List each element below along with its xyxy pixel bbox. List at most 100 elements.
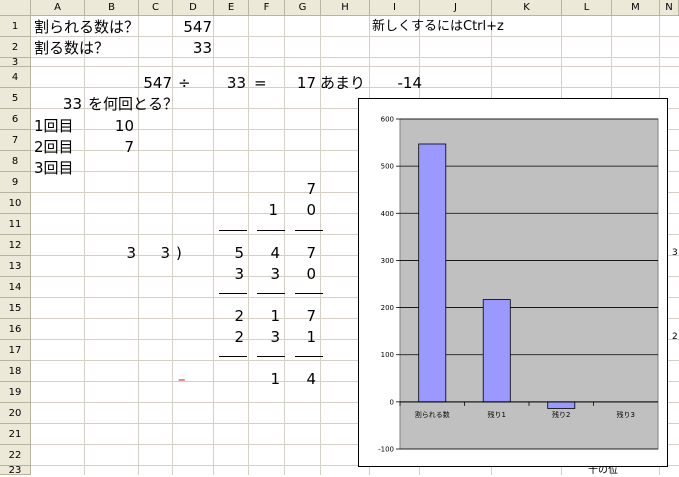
row-header-22[interactable]: 22 xyxy=(0,445,31,466)
grid-column-line xyxy=(138,16,139,475)
division-line xyxy=(219,293,247,294)
row-header-1[interactable]: 1 xyxy=(0,16,31,37)
row-header-9[interactable]: 9 xyxy=(0,172,31,193)
x-tick-label: 残り2 xyxy=(552,410,570,419)
row-header-14[interactable]: 14 xyxy=(0,277,31,298)
cell-d1[interactable]: 547 xyxy=(174,17,212,37)
row-header-19[interactable]: 19 xyxy=(0,382,31,403)
cell-d4[interactable]: ÷ xyxy=(178,73,191,93)
column-header-f[interactable]: F xyxy=(249,0,285,16)
cell-e12[interactable]: 5 xyxy=(214,243,244,263)
row-header-20[interactable]: 20 xyxy=(0,403,31,424)
row-header-10[interactable]: 10 xyxy=(0,193,31,214)
cell-e16[interactable]: 2 xyxy=(214,327,244,347)
grid-row-line xyxy=(31,57,679,58)
row-header-4[interactable]: 4 xyxy=(0,67,31,88)
column-header-e[interactable]: E xyxy=(214,0,249,16)
cell-g9[interactable]: 7 xyxy=(286,179,316,199)
cell-b6[interactable]: 10 xyxy=(88,116,134,136)
y-tick-label: 400 xyxy=(381,210,394,218)
row-header-18[interactable]: 18 xyxy=(0,361,31,382)
cell-f12[interactable]: 4 xyxy=(250,243,280,263)
row-header-21[interactable]: 21 xyxy=(0,424,31,445)
cell-f4[interactable]: = xyxy=(254,73,267,93)
cell-f13[interactable]: 3 xyxy=(250,264,280,284)
column-header-k[interactable]: K xyxy=(492,0,562,16)
y-tick-label: 0 xyxy=(390,398,394,406)
cell-f10[interactable]: 1 xyxy=(248,200,278,220)
cell-b12[interactable]: 3 xyxy=(100,243,136,263)
cell-d2[interactable]: 33 xyxy=(174,38,212,58)
column-header-j[interactable]: J xyxy=(420,0,492,16)
column-header-h[interactable]: H xyxy=(321,0,370,16)
column-header-g[interactable]: G xyxy=(285,0,321,16)
row-header-23[interactable]: 23 xyxy=(0,466,31,476)
cell-e4[interactable]: 33 xyxy=(214,73,246,93)
cell-f15[interactable]: 1 xyxy=(250,306,280,326)
y-tick-label: 600 xyxy=(381,116,394,124)
spreadsheet-grid[interactable]: ABCDEFGHIJKLMN 1 2 3 4 5 6 7 8 9 10 11 12 13 14 15 16 17… xyxy=(0,0,679,476)
y-tick-label: 300 xyxy=(381,257,394,265)
column-header-a[interactable]: A xyxy=(31,0,85,16)
division-line xyxy=(219,356,247,357)
cell-c4[interactable]: 547 xyxy=(140,73,172,93)
cell-d18[interactable]: – xyxy=(178,369,186,389)
cell-d12[interactable]: ) xyxy=(176,243,182,263)
cell-c12[interactable]: 3 xyxy=(140,243,170,263)
column-header-m[interactable]: M xyxy=(612,0,660,16)
row-header-2[interactable]: 2 xyxy=(0,37,31,58)
cell-e15[interactable]: 2 xyxy=(214,306,244,326)
cell-b7[interactable]: 7 xyxy=(88,137,134,157)
cell-g10[interactable]: 0 xyxy=(286,200,316,220)
row-header-5[interactable]: 5 xyxy=(0,88,31,109)
row-header-16[interactable]: 16 xyxy=(0,319,31,340)
column-header-b[interactable]: B xyxy=(85,0,139,16)
cell-a7[interactable]: 2回目 xyxy=(34,137,74,157)
chart-svg: -100 0 100 200 300 400 500 600 割られる数 残り1 残り2 残り3 xyxy=(378,116,659,454)
column-header-n[interactable]: N xyxy=(660,0,679,16)
cell-h4[interactable]: あまり xyxy=(320,73,365,93)
embedded-bar-chart[interactable]: -100 0 100 200 300 400 500 600 割られる数 残り1 残り2 残り3 xyxy=(358,98,668,467)
row-header-3[interactable]: 3 xyxy=(0,58,31,68)
division-line xyxy=(295,230,323,231)
cell-g16[interactable]: 1 xyxy=(286,327,316,347)
cell-n16[interactable]: 2 xyxy=(672,327,678,347)
cell-f18[interactable]: 1 xyxy=(250,369,280,389)
cell-g12[interactable]: 7 xyxy=(286,243,316,263)
cell-a8[interactable]: 3回目 xyxy=(34,158,74,178)
cell-a5[interactable]: 33 xyxy=(34,94,82,114)
row-header-15[interactable]: 15 xyxy=(0,298,31,319)
cell-g15[interactable]: 7 xyxy=(286,306,316,326)
row-header-7[interactable]: 7 xyxy=(0,130,31,151)
cell-a1[interactable]: 割られる数は？ xyxy=(34,17,139,37)
cell-i4[interactable]: -14 xyxy=(370,73,423,93)
y-tick-label: 500 xyxy=(381,163,394,171)
division-line xyxy=(295,356,323,357)
cell-a2[interactable]: 割る数は？ xyxy=(34,38,109,58)
column-header-i[interactable]: I xyxy=(370,0,420,16)
cell-e13[interactable]: 3 xyxy=(214,264,244,284)
cell-a6[interactable]: 1回目 xyxy=(34,116,74,136)
column-header-d[interactable]: D xyxy=(173,0,214,16)
cell-g13[interactable]: 0 xyxy=(286,264,316,284)
cell-n12[interactable]: 3 xyxy=(672,243,678,263)
row-header-17[interactable]: 17 xyxy=(0,340,31,361)
cell-i1[interactable]: 新しくするにはCtrl+z xyxy=(372,17,504,37)
row-header-6[interactable]: 6 xyxy=(0,109,31,130)
x-tick-label: 残り3 xyxy=(617,410,635,419)
y-tick-label: 200 xyxy=(381,304,394,312)
row-header-12[interactable]: 12 xyxy=(0,235,31,256)
row-header-11[interactable]: 11 xyxy=(0,214,31,235)
row-header-13[interactable]: 13 xyxy=(0,256,31,277)
column-header-l[interactable]: L xyxy=(562,0,612,16)
division-line xyxy=(219,230,247,231)
y-tick-label: 100 xyxy=(381,351,394,359)
row-header-8[interactable]: 8 xyxy=(0,151,31,172)
cell-f16[interactable]: 3 xyxy=(250,327,280,347)
cell-b5[interactable]: を何回とる？ xyxy=(88,94,178,114)
select-all-corner[interactable] xyxy=(0,0,31,16)
column-header-c[interactable]: C xyxy=(139,0,173,16)
cell-g4[interactable]: 17 xyxy=(280,73,316,93)
cell-g18[interactable]: 4 xyxy=(286,369,316,389)
bar xyxy=(547,401,576,409)
